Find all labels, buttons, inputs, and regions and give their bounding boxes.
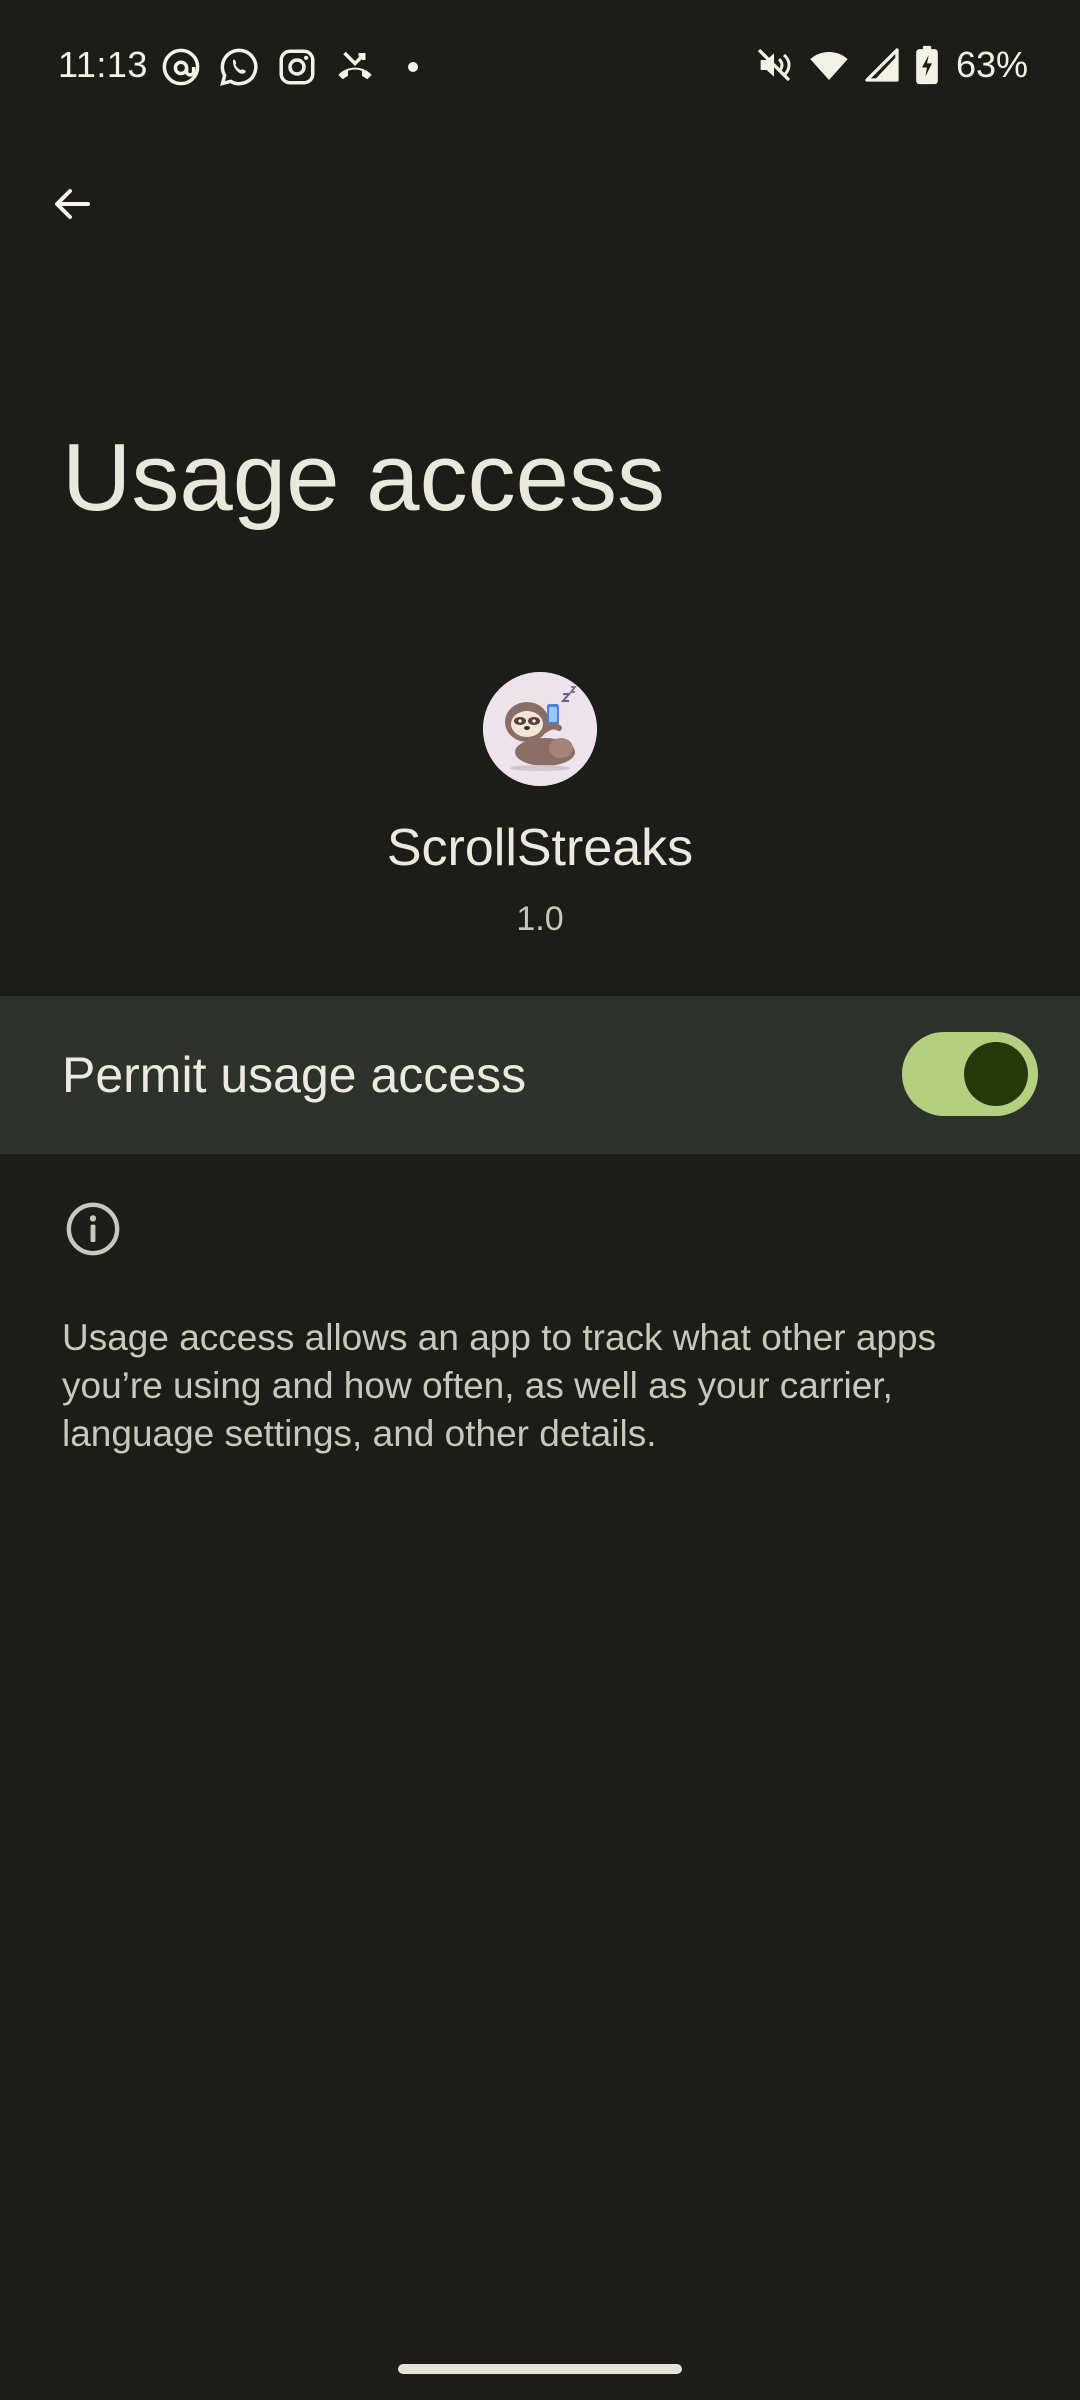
permit-usage-access-toggle[interactable] [902, 1032, 1038, 1116]
status-time: 11:13 [58, 44, 148, 85]
app-header: ScrollStreaks 1.0 [0, 672, 1080, 939]
missed-call-icon [338, 51, 372, 80]
threads-icon [162, 48, 200, 86]
more-notifications-dot [408, 62, 418, 72]
mute-icon [757, 48, 791, 82]
app-version: 1.0 [516, 900, 564, 938]
whatsapp-icon [220, 48, 258, 86]
wifi-icon [810, 52, 848, 80]
gesture-navigation-bar[interactable] [398, 2364, 682, 2374]
battery-charging-icon [916, 45, 938, 85]
info-description: Usage access allows an app to track what… [62, 1317, 937, 1454]
sloth-app-icon [483, 672, 597, 786]
system-icons: 63% [754, 44, 1028, 86]
notification-icons [160, 46, 418, 88]
battery-percent: 63% [955, 44, 1028, 85]
permit-usage-access-row[interactable]: Permit usage access [0, 996, 1080, 1154]
back-button[interactable] [36, 168, 108, 240]
instagram-icon [279, 49, 315, 85]
app-name: ScrollStreaks [386, 819, 694, 877]
toggle-knob [964, 1042, 1028, 1106]
status-bar: 11:13 63% [0, 0, 1080, 136]
permit-usage-access-label: Permit usage access [62, 1047, 527, 1103]
page-title: Usage access [62, 424, 665, 531]
arrow-back-icon [55, 189, 90, 219]
signal-icon [865, 48, 899, 82]
info-icon [66, 1202, 120, 1256]
